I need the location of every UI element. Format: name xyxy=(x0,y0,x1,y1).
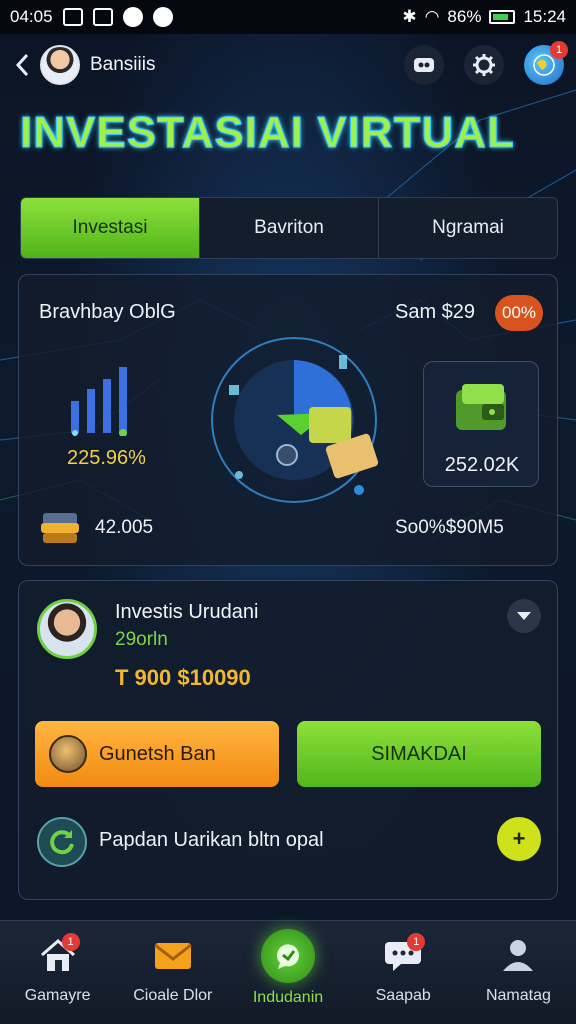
info-row-icon xyxy=(37,817,87,867)
profile-menu-button[interactable] xyxy=(507,599,541,633)
chevron-down-icon xyxy=(517,612,531,620)
notification-icon xyxy=(62,8,83,26)
profile-icon xyxy=(503,940,534,971)
investor-name: Investis Urudani xyxy=(115,601,259,623)
wifi-icon: ◠ xyxy=(424,7,440,26)
overview-bottom-left-value: 42.005 xyxy=(95,517,154,538)
nav-item-mail[interactable]: Cioale Dlor xyxy=(115,921,230,1024)
secondary-action-button[interactable]: SIMAKDAI xyxy=(297,721,541,787)
user-avatar[interactable] xyxy=(40,45,80,85)
primary-action-button[interactable]: Gunetsh Ban xyxy=(35,721,279,787)
nav-label: Cioale Dlor xyxy=(133,987,213,1004)
header-user-name: Bansiiis xyxy=(90,54,156,75)
chevron-left-icon xyxy=(15,53,29,77)
tab-bar: Investasi Bavriton Ngramai xyxy=(20,197,558,259)
overview-bottom-right-value: So0%$90M5 xyxy=(395,517,504,538)
notification-badge: 1 xyxy=(550,41,568,59)
wallet-icon xyxy=(456,384,506,430)
overview-badge[interactable]: 00% xyxy=(495,295,543,331)
gear-icon xyxy=(473,54,495,76)
investor-avatar[interactable] xyxy=(37,599,97,659)
side-stat-value: 252.02K xyxy=(444,454,520,476)
analytics-hologram-icon xyxy=(211,337,379,503)
info-row-button[interactable]: + xyxy=(497,817,541,861)
chat-bubble-icon xyxy=(276,944,299,969)
nav-label: Saapab xyxy=(375,987,431,1004)
mail-notification-icon xyxy=(152,7,173,27)
mini-bar-chart-icon xyxy=(71,367,127,436)
status-bar: 04:05 ✱ ◠ 86% 15:24 xyxy=(0,0,576,34)
info-row-text: Papdan Uarikan bltn opal xyxy=(99,829,324,851)
portfolio-overview-card: Bravhbay OblG Sam $29 00% 225.96% 252.02… xyxy=(18,274,558,566)
battery-icon xyxy=(489,10,516,24)
tab-ngramai[interactable]: Ngramai xyxy=(379,198,557,258)
battery-percent: 86% xyxy=(447,7,482,26)
status-clock: 15:24 xyxy=(523,7,566,26)
settings-button[interactable] xyxy=(464,45,504,85)
app-notification-icon xyxy=(122,7,143,27)
globe-button[interactable]: 1 xyxy=(524,41,568,85)
investor-subtitle: 29orln xyxy=(115,629,168,650)
overview-percent: 225.96% xyxy=(67,447,146,469)
status-time: 04:05 xyxy=(10,7,53,26)
sim-icon xyxy=(92,8,113,26)
bluetooth-icon: ✱ xyxy=(402,7,417,26)
side-stat-card[interactable]: 252.02K xyxy=(423,361,539,487)
coin-icon xyxy=(49,735,87,773)
nav-label: Namatag xyxy=(485,987,551,1004)
primary-action-label: Gunetsh Ban xyxy=(99,742,216,765)
mail-icon xyxy=(153,943,192,969)
coin-stack-icon xyxy=(41,513,79,543)
overview-title: Bravhbay OblG xyxy=(39,301,176,323)
bottom-navigation: 1 Gamayre Cioale Dlor Indudanin 1 Saapab… xyxy=(0,920,576,1024)
nav-badge: 1 xyxy=(61,933,80,951)
investor-values: T 900 $10090 xyxy=(115,665,251,690)
investor-profile-card: Investis Urudani 29orln T 900 $10090 Gun… xyxy=(18,580,558,900)
nav-item-indudanin[interactable]: Indudanin xyxy=(230,921,345,1024)
robot-button[interactable] xyxy=(404,45,444,85)
overview-amount: Sam $29 xyxy=(395,301,476,323)
nav-item-home[interactable]: 1 Gamayre xyxy=(0,921,115,1024)
app-header: Bansiiis 1 xyxy=(0,36,576,94)
back-button[interactable] xyxy=(12,50,32,80)
robot-icon xyxy=(414,58,434,72)
tab-investasi[interactable]: Investasi xyxy=(21,198,200,258)
nav-label: Gamayre xyxy=(24,987,91,1004)
refresh-icon xyxy=(50,830,74,855)
nav-label: Indudanin xyxy=(252,989,324,1006)
page-title: INVESTASIAI VIRTUAL xyxy=(20,108,515,158)
nav-item-profile[interactable]: Namatag xyxy=(461,921,576,1024)
tab-bavriton[interactable]: Bavriton xyxy=(200,198,379,258)
secondary-action-label: SIMAKDAI xyxy=(371,742,467,765)
nav-item-messages[interactable]: 1 Saapab xyxy=(346,921,461,1024)
